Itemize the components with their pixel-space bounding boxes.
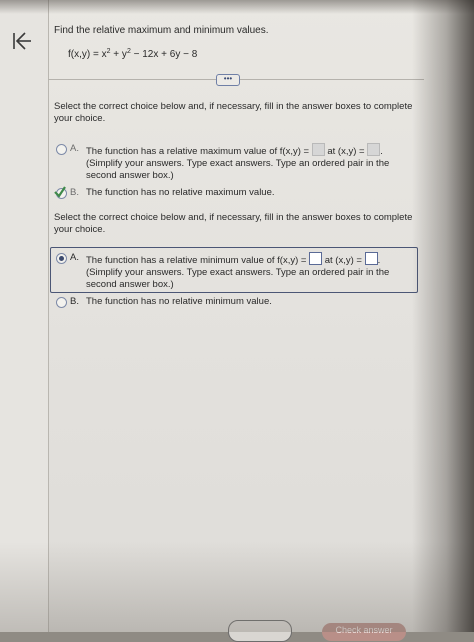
function-prefix: f(x,y) = x — [68, 49, 107, 60]
question-title: Find the relative maximum and minimum va… — [54, 25, 269, 36]
part1-option-a-text-after: . — [380, 146, 383, 157]
part2-instruction: Select the correct choice below and, if … — [54, 212, 413, 235]
part2-option-a-radio[interactable] — [56, 253, 67, 264]
function-mid: + y — [110, 49, 127, 60]
part1-max-point-box[interactable] — [367, 143, 381, 156]
part1-option-a-radio[interactable] — [56, 144, 67, 155]
part1-option-b-text: The function has no relative maximum val… — [86, 187, 275, 198]
more-button[interactable]: ••• — [216, 74, 240, 86]
part1-option-a-text-before: The function has a relative maximum valu… — [86, 146, 310, 157]
part2-option-a-hint: (Simplify your answers. Type exact answe… — [86, 267, 390, 290]
correct-check-icon — [54, 186, 66, 198]
left-rail — [0, 0, 49, 632]
part1-option-a-hint: (Simplify your answers. Type exact answe… — [86, 158, 390, 181]
bottom-nav-button[interactable] — [228, 620, 292, 642]
collapse-left-icon — [13, 32, 31, 50]
collapse-panel-button[interactable] — [10, 30, 34, 52]
part2-min-value-box[interactable] — [309, 252, 323, 265]
part2-option-a-body: The function has a relative minimum valu… — [86, 252, 411, 291]
part1-option-b-letter: B. — [70, 187, 79, 198]
check-answer-button[interactable]: Check answer — [322, 623, 406, 641]
part2-option-a-text-mid: at (x,y) = — [322, 255, 362, 266]
part1-option-a-letter: A. — [70, 143, 79, 154]
part2-option-a-letter: A. — [70, 252, 79, 263]
part2-option-b-radio[interactable] — [56, 297, 67, 308]
function-suffix: − 12x + 6y − 8 — [130, 49, 198, 60]
right-edge-shadow — [412, 0, 474, 632]
part2-min-point-box[interactable] — [364, 252, 378, 265]
part2-option-b-text: The function has no relative minimum val… — [86, 296, 272, 307]
screen: Find the relative maximum and minimum va… — [0, 0, 474, 642]
part2-option-a-text-before: The function has a relative minimum valu… — [86, 255, 307, 266]
part2-option-a-text-after: . — [377, 255, 381, 266]
part1-instruction: Select the correct choice below and, if … — [54, 101, 413, 124]
part2-option-b-letter: B. — [70, 296, 79, 307]
top-edge-shadow — [0, 0, 474, 14]
bottom-shadow — [0, 542, 474, 632]
part1-option-a-text-mid: at (x,y) = — [324, 146, 365, 157]
function-expression: f(x,y) = x2 + y2 − 12x + 6y − 8 — [68, 46, 197, 61]
part1-max-value-box[interactable] — [311, 143, 325, 156]
part1-option-a-body: The function has a relative maximum valu… — [86, 143, 411, 182]
